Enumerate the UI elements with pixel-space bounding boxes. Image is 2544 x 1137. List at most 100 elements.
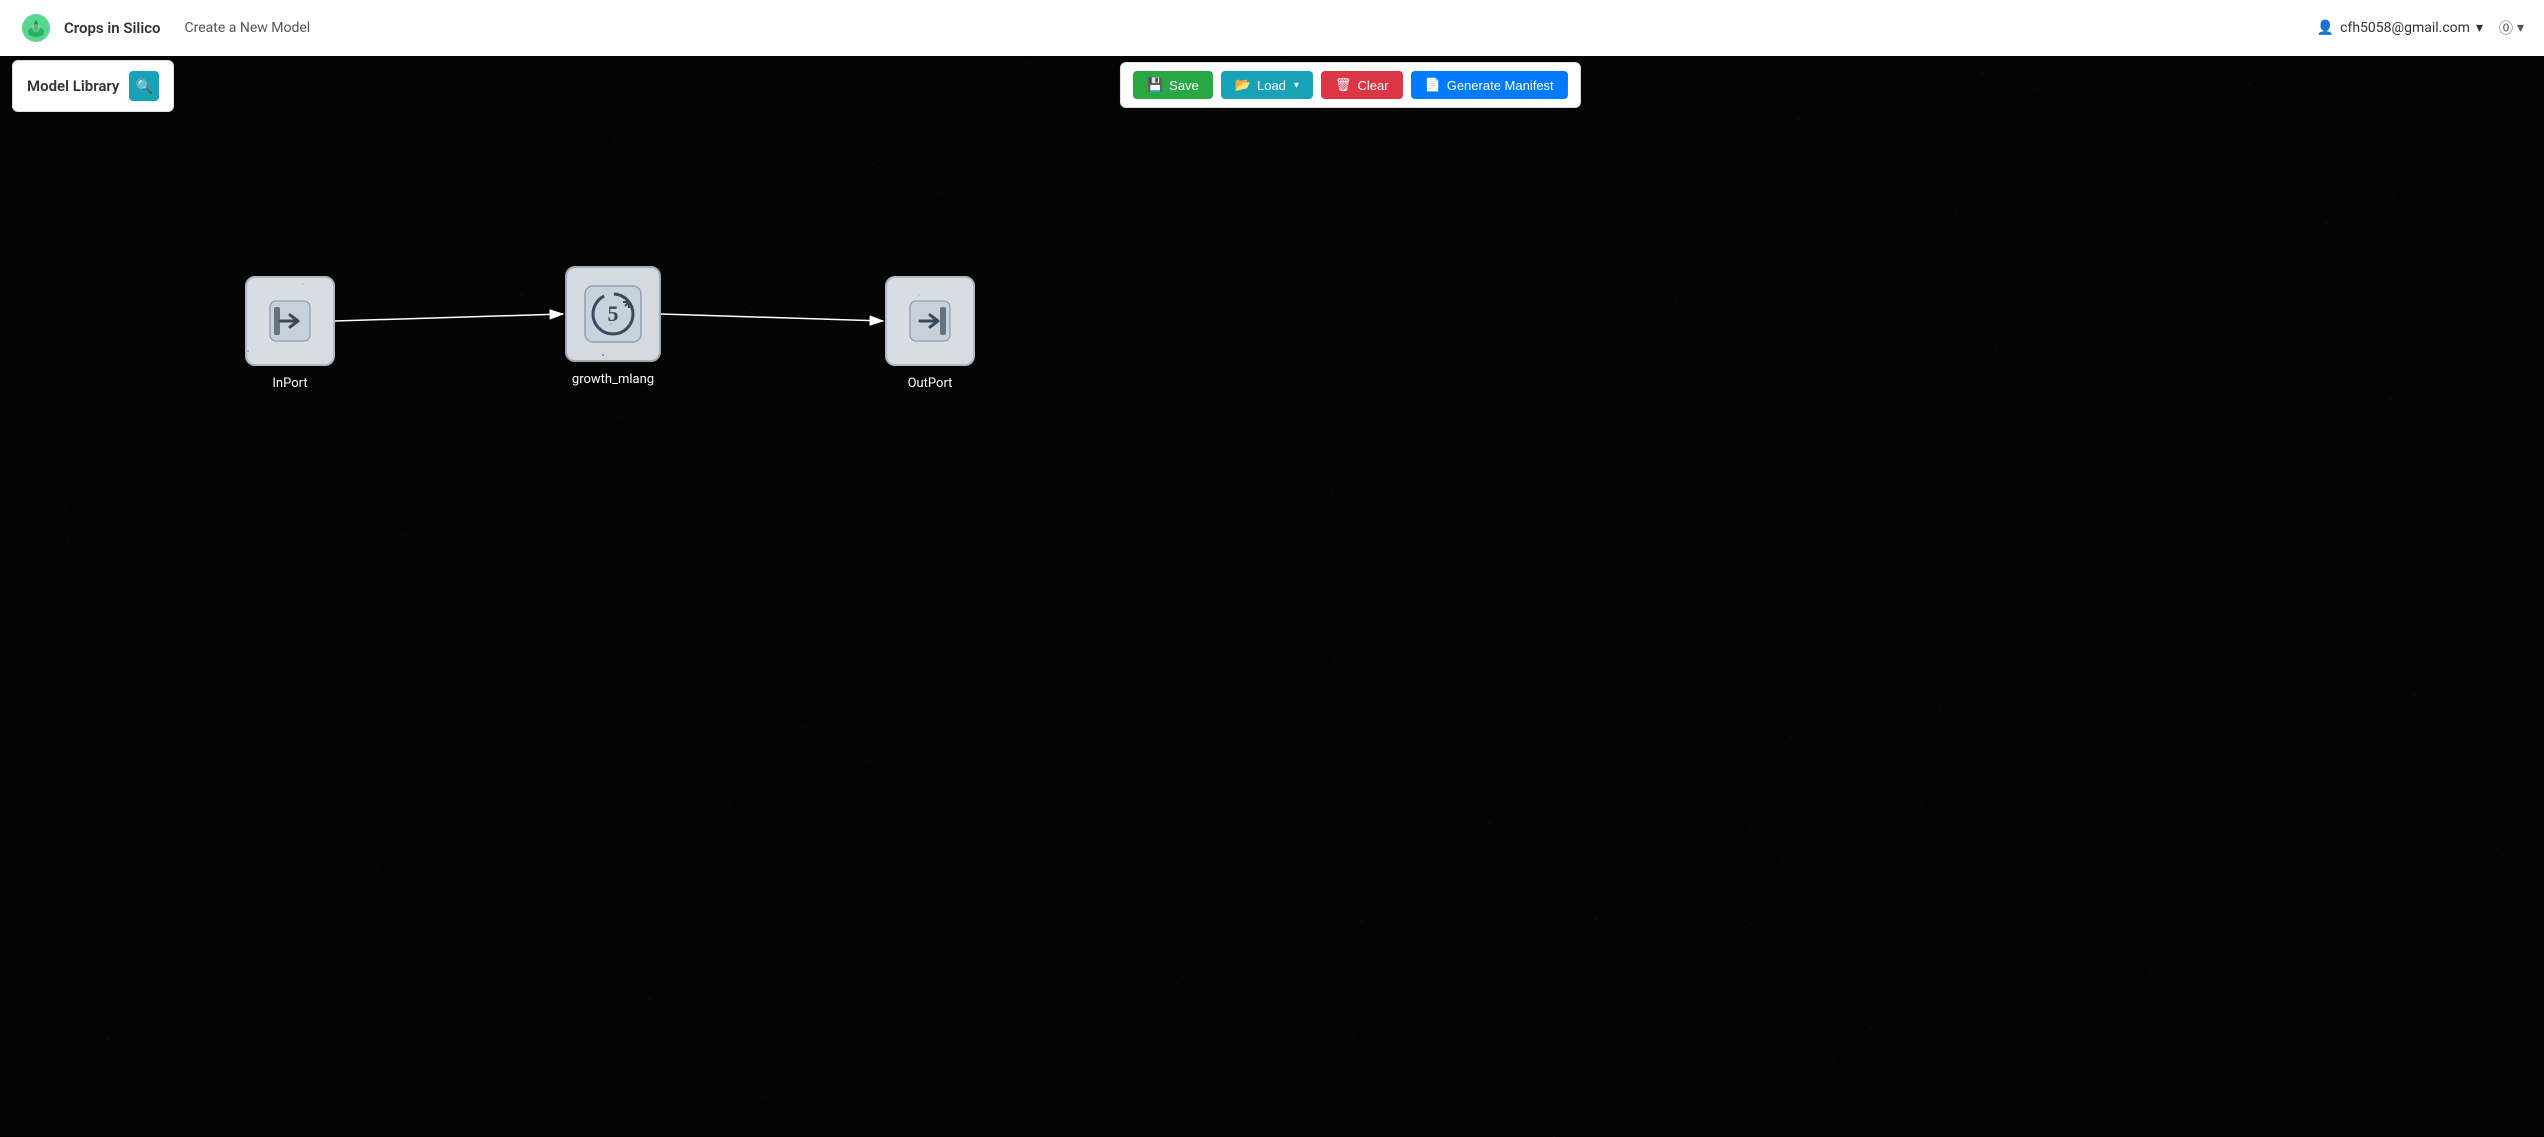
star-dot xyxy=(2147,649,2149,651)
star-dot xyxy=(2270,532,2272,534)
star-dot xyxy=(2445,914,2447,916)
star-dot xyxy=(1920,804,1922,806)
star-dot xyxy=(1523,247,1525,249)
help-icon: ⓪ xyxy=(2499,18,2513,38)
model-library-search-button[interactable]: 🔍 xyxy=(129,71,159,101)
star-dot xyxy=(1614,992,1616,994)
star-dot xyxy=(400,113,402,115)
star-dot xyxy=(559,1121,561,1123)
star-dot xyxy=(561,435,563,437)
star-dot xyxy=(2502,854,2504,856)
save-icon: 💾 xyxy=(1147,77,1163,93)
star-dot xyxy=(1513,411,1515,413)
star-dot xyxy=(62,845,64,847)
star-dot xyxy=(190,213,192,215)
help-menu[interactable]: ⓪ ▾ xyxy=(2499,18,2524,38)
star-dot xyxy=(1815,316,1817,318)
node-growth-mlang[interactable]: 5 growth_mlang xyxy=(565,266,661,387)
star-dot xyxy=(929,415,931,417)
star-dot xyxy=(1939,705,1941,707)
star-dot xyxy=(1593,198,1595,200)
load-button[interactable]: 📂 Load ▾ xyxy=(1221,71,1313,99)
star-dot xyxy=(2493,1086,2495,1088)
star-dot xyxy=(524,158,526,160)
star-dot xyxy=(2421,106,2423,108)
generate-label: Generate Manifest xyxy=(1447,78,1554,93)
star-dot xyxy=(2373,370,2375,372)
star-dot xyxy=(1057,908,1059,910)
star-dot xyxy=(525,1005,527,1007)
star-dot xyxy=(167,286,169,288)
clear-button[interactable]: 🗑 Clear xyxy=(1321,71,1403,99)
star-dot xyxy=(1798,118,1800,120)
star-dot xyxy=(1037,484,1039,486)
star-dot xyxy=(413,258,415,260)
star-dot xyxy=(1393,695,1395,697)
star-dot xyxy=(1286,59,1288,61)
star-dot xyxy=(2179,110,2181,112)
user-menu[interactable]: 👤 cfh5058@gmail.com ▾ xyxy=(2317,20,2483,36)
star-dot xyxy=(60,1130,62,1132)
star-dot xyxy=(1925,415,1927,417)
star-dot xyxy=(1048,550,1050,552)
model-library-panel: Model Library 🔍 xyxy=(12,60,174,112)
star-dot xyxy=(188,794,190,796)
star-dot xyxy=(2481,1026,2483,1028)
star-dot xyxy=(1223,692,1225,694)
star-dot xyxy=(872,163,874,165)
star-dot xyxy=(1426,871,1428,873)
star-dot xyxy=(521,294,523,296)
star-dot xyxy=(1684,408,1686,410)
star-dot xyxy=(1982,72,1984,74)
star-dot xyxy=(2482,425,2484,427)
star-dot xyxy=(1628,197,1630,199)
node-inport[interactable]: InPort xyxy=(245,276,335,391)
star-dot xyxy=(2099,853,2101,855)
star-dot xyxy=(1042,133,1044,135)
star-dot xyxy=(2079,225,2081,227)
star-dot xyxy=(2165,215,2167,217)
star-dot xyxy=(972,111,974,113)
star-dot xyxy=(1574,1012,1576,1014)
star-dot xyxy=(1360,920,1362,922)
node-outport-box[interactable] xyxy=(885,276,975,366)
load-icon: 📂 xyxy=(1235,77,1251,93)
canvas-area[interactable]: InPort 5 growth_mlang OutPort xyxy=(0,56,2544,1136)
node-inport-box[interactable] xyxy=(245,276,335,366)
star-dot xyxy=(1331,915,1333,917)
star-dot xyxy=(1595,918,1597,920)
star-dot xyxy=(314,1091,316,1093)
star-dot xyxy=(2057,395,2059,397)
star-dot xyxy=(108,1125,110,1127)
growth-icon: 5 xyxy=(583,284,643,344)
page-title: Create a New Model xyxy=(185,20,311,36)
star-dot xyxy=(1370,957,1372,959)
star-dot xyxy=(1932,1025,1934,1027)
save-button[interactable]: 💾 Save xyxy=(1133,71,1213,99)
star-dot xyxy=(1010,335,1012,337)
star-dot xyxy=(390,934,392,936)
star-dot xyxy=(2326,648,2328,650)
search-icon: 🔍 xyxy=(136,78,153,95)
star-dot xyxy=(709,915,711,917)
star-dot xyxy=(965,488,967,490)
star-dot xyxy=(1750,923,1752,925)
star-dot xyxy=(2313,857,2315,859)
star-dot xyxy=(2117,113,2119,115)
star-dot xyxy=(1140,514,1142,516)
star-dot xyxy=(243,682,245,684)
node-outport[interactable]: OutPort xyxy=(885,276,975,391)
star-dot xyxy=(2313,865,2315,867)
star-dot xyxy=(614,140,616,142)
generate-manifest-button[interactable]: 📄 Generate Manifest xyxy=(1411,71,1568,99)
star-dot xyxy=(800,919,802,921)
star-dot xyxy=(585,249,587,251)
star-dot xyxy=(1411,1019,1413,1021)
star-dot xyxy=(1900,1020,1902,1022)
star-dot xyxy=(321,630,323,632)
star-dot xyxy=(1523,808,1525,810)
star-dot xyxy=(277,217,279,219)
node-growth-box[interactable]: 5 xyxy=(565,266,661,362)
star-dot xyxy=(133,1109,135,1111)
star-dot xyxy=(875,127,877,129)
